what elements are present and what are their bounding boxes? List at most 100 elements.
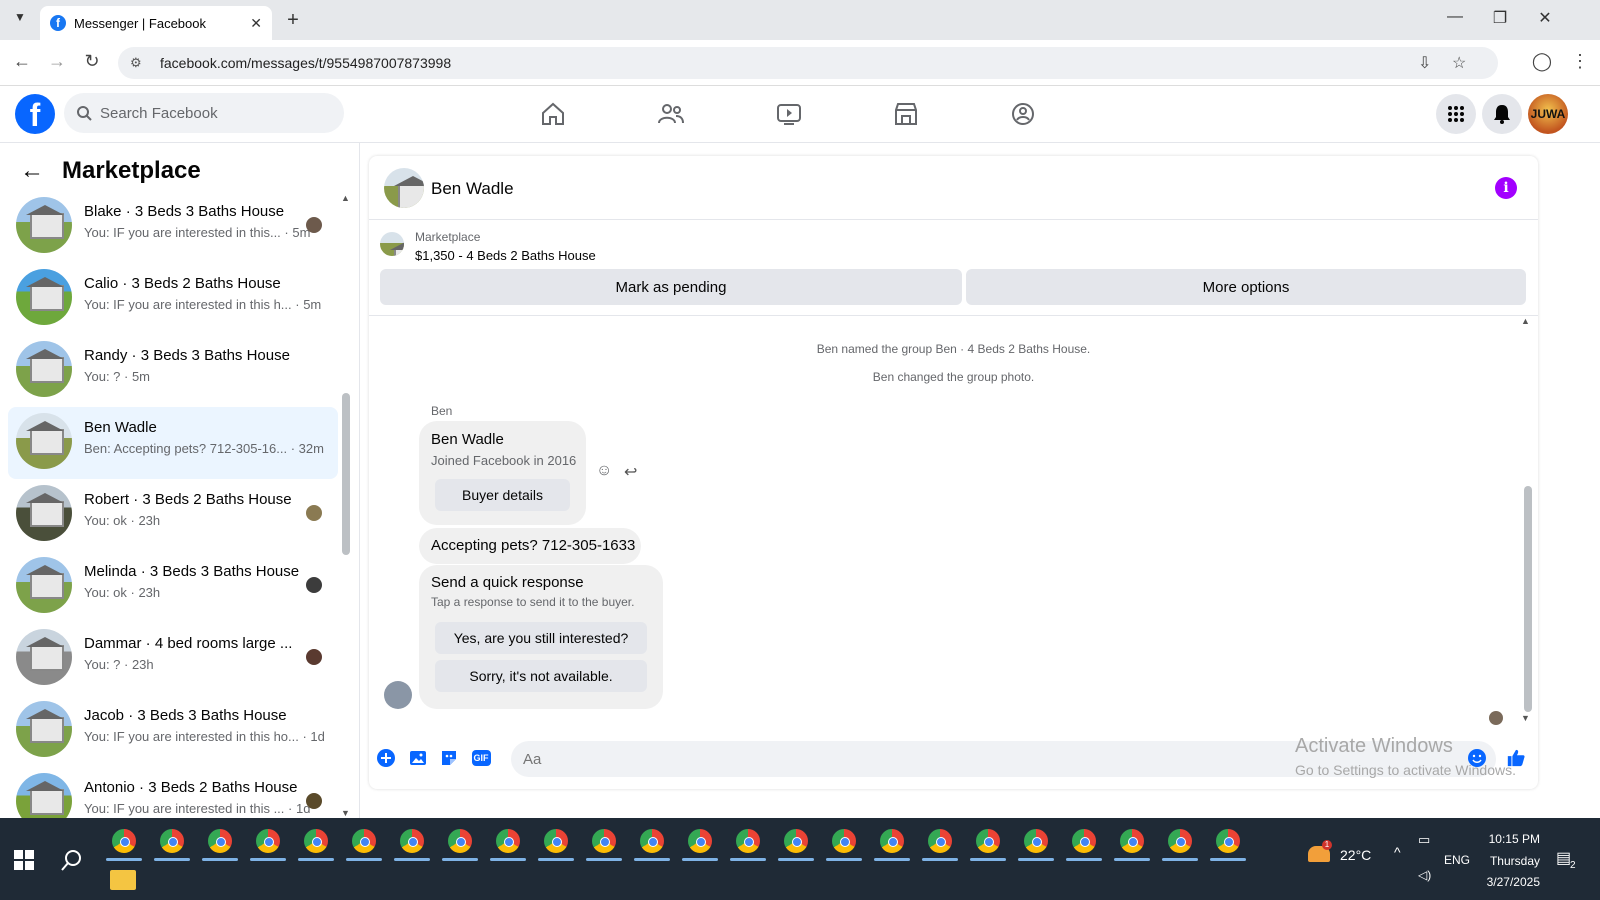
browser-tab[interactable]: f Messenger | Facebook ✕ xyxy=(40,6,272,40)
forward-icon[interactable]: → xyxy=(45,51,69,72)
listing-thumbnail xyxy=(16,629,72,685)
facebook-search[interactable]: Search Facebook xyxy=(64,93,344,133)
listing-thumbnail xyxy=(16,197,72,253)
gif-icon[interactable]: GIF xyxy=(470,748,492,768)
chrome-taskbar-icon[interactable] xyxy=(302,827,330,855)
info-icon[interactable]: i xyxy=(1495,177,1517,199)
chrome-taskbar-icon[interactable] xyxy=(110,827,138,855)
gaming-icon[interactable] xyxy=(1003,98,1043,130)
quick-reply-interested-button[interactable]: Yes, are you still interested? xyxy=(435,622,647,654)
message-thread: Ben named the group Ben · 4 Beds 2 Baths… xyxy=(369,316,1538,725)
conversation-item[interactable]: Melinda · 3 Beds 3 Baths House You: ok ·… xyxy=(8,551,338,623)
conversation-item[interactable]: Blake · 3 Beds 3 Baths House You: IF you… xyxy=(8,191,338,263)
conversation-item[interactable]: Jacob · 3 Beds 3 Baths House You: IF you… xyxy=(8,695,338,767)
chrome-taskbar-icon[interactable] xyxy=(686,827,714,855)
search-icon xyxy=(77,106,92,121)
scroll-up-icon[interactable]: ▲ xyxy=(341,193,350,203)
tab-search-chevron-icon[interactable]: ▼ xyxy=(10,10,30,30)
window-close-icon[interactable]: ✕ xyxy=(1530,8,1560,28)
more-options-button[interactable]: More options xyxy=(966,269,1526,305)
chrome-taskbar-icon[interactable] xyxy=(1022,827,1050,855)
clock-time[interactable]: 10:15 PM xyxy=(1480,832,1540,846)
account-avatar[interactable]: JUWA xyxy=(1528,94,1568,134)
profile-icon[interactable]: ◯ xyxy=(1530,51,1554,72)
conversation-item-active[interactable]: Ben Wadle Ben: Accepting pets? 712-305-1… xyxy=(8,407,338,479)
sticker-icon[interactable] xyxy=(439,748,459,768)
volume-icon[interactable]: ◁) xyxy=(1418,868,1431,882)
watch-video-icon[interactable] xyxy=(769,98,809,130)
chrome-taskbar-icon[interactable] xyxy=(638,827,666,855)
scroll-down-icon[interactable]: ▼ xyxy=(1521,713,1530,723)
chat-scrollbar[interactable] xyxy=(1524,486,1532,712)
conversation-item[interactable]: Randy · 3 Beds 3 Baths House You: ? · 5m xyxy=(8,335,338,407)
restore-icon[interactable]: ❐ xyxy=(1485,8,1515,28)
chrome-taskbar-icon[interactable] xyxy=(1070,827,1098,855)
chrome-taskbar-icon[interactable] xyxy=(398,827,426,855)
quick-reply-unavailable-button[interactable]: Sorry, it's not available. xyxy=(435,660,647,692)
conversation-preview: You: IF you are interested in this ... ·… xyxy=(84,801,311,816)
back-icon[interactable]: ← xyxy=(10,51,34,72)
network-icon[interactable]: ▭ xyxy=(1418,832,1430,848)
chrome-taskbar-icon[interactable] xyxy=(494,827,522,855)
chrome-taskbar-icon[interactable] xyxy=(158,827,186,855)
chrome-taskbar-icon[interactable] xyxy=(878,827,906,855)
reload-icon[interactable]: ↻ xyxy=(80,51,104,72)
file-explorer-icon[interactable] xyxy=(110,870,136,890)
conversation-item[interactable]: Calio · 3 Beds 2 Baths House You: IF you… xyxy=(8,263,338,335)
chrome-taskbar-icon[interactable] xyxy=(254,827,282,855)
reply-arrow-icon[interactable]: ↩ xyxy=(624,462,637,482)
language-indicator[interactable]: ENG xyxy=(1444,853,1470,867)
marketplace-icon[interactable] xyxy=(886,98,926,130)
chrome-taskbar-icon[interactable] xyxy=(782,827,810,855)
chrome-taskbar-icon[interactable] xyxy=(734,827,762,855)
notifications-bell-icon[interactable] xyxy=(1482,94,1522,134)
react-emoji-icon[interactable]: ☺ xyxy=(596,462,612,480)
chrome-taskbar-icon[interactable] xyxy=(446,827,474,855)
seen-avatar xyxy=(306,505,322,521)
chrome-taskbar-icon[interactable] xyxy=(350,827,378,855)
friends-icon[interactable] xyxy=(651,98,691,130)
tray-chevron-icon[interactable]: ^ xyxy=(1394,844,1401,860)
chrome-taskbar-icon[interactable] xyxy=(590,827,618,855)
minimize-icon[interactable]: — xyxy=(1440,8,1470,26)
sidebar-scrollbar[interactable] xyxy=(342,393,350,555)
windows-start-icon[interactable] xyxy=(14,850,34,875)
new-tab-icon[interactable]: + xyxy=(282,9,304,32)
install-app-icon[interactable]: ⇩ xyxy=(1418,53,1431,73)
chrome-taskbar-icon[interactable] xyxy=(974,827,1002,855)
home-icon[interactable] xyxy=(533,98,573,130)
contact-name[interactable]: Ben Wadle xyxy=(431,179,514,199)
browser-menu-icon[interactable]: ⋮ xyxy=(1568,51,1592,72)
conversation-name: Melinda · 3 Beds 3 Baths House xyxy=(84,563,300,580)
add-plus-icon[interactable] xyxy=(376,748,396,768)
back-arrow-icon[interactable]: ← xyxy=(20,157,44,185)
scroll-up-icon[interactable]: ▲ xyxy=(1521,316,1530,326)
site-info-icon[interactable]: ⚙ xyxy=(130,55,150,71)
photo-icon[interactable] xyxy=(408,748,428,768)
chrome-taskbar-icon[interactable] xyxy=(1118,827,1146,855)
close-tab-icon[interactable]: ✕ xyxy=(250,15,262,32)
read-receipt-avatar xyxy=(1489,711,1503,725)
conversation-item[interactable]: Dammar · 4 bed rooms large ... You: ? · … xyxy=(8,623,338,695)
mark-as-pending-button[interactable]: Mark as pending xyxy=(380,269,962,305)
listing-title[interactable]: $1,350 - 4 Beds 2 Baths House xyxy=(415,248,596,263)
notification-center-icon[interactable]: ▤ xyxy=(1556,848,1571,868)
taskbar-search-icon[interactable] xyxy=(60,848,84,877)
conversation-item[interactable]: Robert · 3 Beds 2 Baths House You: ok · … xyxy=(8,479,338,551)
chrome-taskbar-icon[interactable] xyxy=(830,827,858,855)
facebook-logo[interactable]: f xyxy=(15,94,55,134)
menu-grid-icon[interactable] xyxy=(1436,94,1476,134)
chrome-taskbar-icon[interactable] xyxy=(1166,827,1194,855)
conversation-preview: You: IF you are interested in this h... … xyxy=(84,297,322,312)
conversation-name: Jacob · 3 Beds 3 Baths House xyxy=(84,707,287,724)
contact-avatar[interactable] xyxy=(384,168,424,208)
chrome-taskbar-icon[interactable] xyxy=(206,827,234,855)
weather-temp[interactable]: 22°C xyxy=(1340,847,1371,863)
bookmark-star-icon[interactable]: ☆ xyxy=(1452,53,1466,73)
scroll-down-icon[interactable]: ▼ xyxy=(341,808,350,818)
chrome-taskbar-icon[interactable] xyxy=(1214,827,1242,855)
chrome-taskbar-icon[interactable] xyxy=(926,827,954,855)
url-field[interactable]: ⚙ facebook.com/messages/t/95549870078739… xyxy=(118,47,1498,79)
buyer-details-button[interactable]: Buyer details xyxy=(435,479,570,511)
chrome-taskbar-icon[interactable] xyxy=(542,827,570,855)
